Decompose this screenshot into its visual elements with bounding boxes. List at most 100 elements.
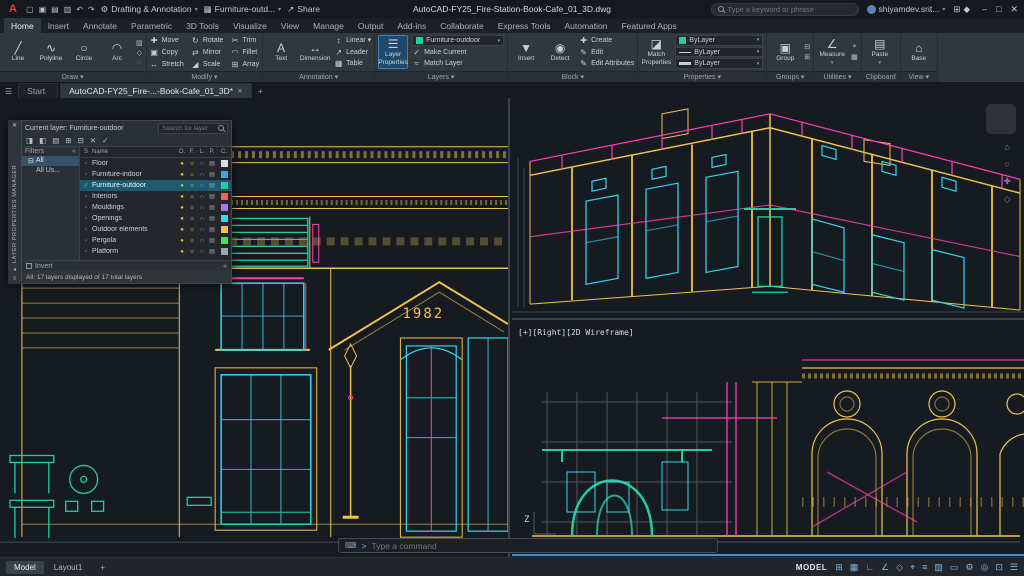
- tab-parametric[interactable]: Parametric: [124, 18, 179, 33]
- detect-button[interactable]: ◉ Detect: [545, 35, 575, 69]
- selection-cycling-icon[interactable]: ▭: [950, 562, 959, 573]
- match-properties-button[interactable]: ◪ Match Properties: [641, 35, 671, 69]
- tab-automation[interactable]: Automation: [557, 18, 614, 33]
- tab-visualize[interactable]: Visualize: [226, 18, 274, 33]
- panel-label-view[interactable]: View ▾: [901, 71, 937, 82]
- linetype-dropdown[interactable]: ByLayer ▾: [675, 47, 763, 58]
- insert-block-button[interactable]: ▼ Insert: [511, 35, 541, 69]
- polygon-icon[interactable]: ◇: [136, 49, 143, 57]
- layer-color-chip[interactable]: [221, 204, 228, 211]
- layer-row[interactable]: ▫ Interiors ● ☼ ∩ ▤: [80, 191, 231, 202]
- viewport-top-right-3d[interactable]: ⌂○✚◇: [512, 98, 1024, 320]
- panel-label-layers[interactable]: Layers ▾: [375, 71, 507, 82]
- layer-plot-icon[interactable]: ▤: [207, 237, 217, 244]
- collapse-icon[interactable]: «: [223, 263, 227, 270]
- layer-plot-icon[interactable]: ▤: [207, 248, 217, 255]
- layer-plot-icon[interactable]: ▤: [207, 193, 217, 200]
- base-view-button[interactable]: ⌂ Base: [904, 35, 934, 69]
- layer-on-icon[interactable]: ●: [177, 172, 187, 178]
- layer-color-chip[interactable]: [221, 226, 228, 233]
- model-tab[interactable]: Model: [6, 561, 44, 574]
- layer-row[interactable]: ▫ Floor ● ☼ ∩ ▤: [80, 158, 231, 169]
- autocad-logo[interactable]: A: [6, 3, 20, 15]
- layer-on-icon[interactable]: ●: [177, 194, 187, 200]
- layer-row[interactable]: ✓ Furniture-outdoor ● ☼ ∩ ▤: [80, 180, 231, 191]
- arc-button[interactable]: ◠ Arc: [102, 35, 132, 69]
- layer-on-icon[interactable]: ●: [177, 205, 187, 211]
- app-store-icon[interactable]: ⊞: [953, 4, 960, 15]
- filter-all-used[interactable]: All Us...: [22, 166, 79, 175]
- copy-button[interactable]: ▣ Copy: [150, 47, 184, 58]
- group-edit-icon[interactable]: ⊞: [804, 53, 810, 61]
- match-layer-button[interactable]: ≈ Match Layer: [412, 59, 504, 69]
- layer-color-chip[interactable]: [221, 160, 228, 167]
- panel-label-block[interactable]: Block ▾: [508, 71, 637, 82]
- layer-lock-icon[interactable]: ∩: [197, 194, 207, 200]
- new-layout-button[interactable]: +: [92, 561, 113, 574]
- filter-all[interactable]: ⊟ All: [22, 156, 79, 166]
- layer-on-icon[interactable]: ●: [177, 161, 187, 167]
- layer-color-chip[interactable]: [221, 248, 228, 255]
- isodraft-icon[interactable]: ◇: [896, 562, 903, 573]
- color-dropdown[interactable]: ByLayer ▾: [675, 35, 763, 46]
- panel-label-utilities[interactable]: Utilities ▾: [814, 71, 861, 82]
- edit-attributes-button[interactable]: ✎ Edit Attributes: [579, 58, 634, 69]
- file-tab-start[interactable]: Start: [18, 83, 58, 98]
- group-button[interactable]: ▣ Group: [770, 35, 800, 69]
- layer-row[interactable]: ▫ Furniture-indoor ● ☼ ∩ ▤: [80, 169, 231, 180]
- quick-layer-dropdown[interactable]: ▦ Furniture-outd... ▾: [204, 4, 282, 15]
- layer-freeze-icon[interactable]: ☼: [187, 205, 197, 211]
- command-customize-icon[interactable]: ⌨: [345, 541, 357, 550]
- fillet-button[interactable]: ◠ Fillet: [230, 47, 259, 58]
- layer-lock-icon[interactable]: ∩: [197, 216, 207, 222]
- panel-label-properties[interactable]: Properties ▾: [638, 71, 766, 82]
- layer-lock-icon[interactable]: ∩: [197, 249, 207, 255]
- layer-row[interactable]: ▫ Mouldings ● ☼ ∩ ▤: [80, 202, 231, 213]
- layer-plot-icon[interactable]: ▤: [207, 182, 217, 189]
- tab-home[interactable]: Home: [4, 18, 41, 33]
- layer-dropdown[interactable]: Furniture-outdoor ▾: [412, 35, 504, 46]
- rotate-button[interactable]: ↻ Rotate: [191, 35, 224, 46]
- text-button[interactable]: A Text: [266, 35, 296, 69]
- tab-featured-apps[interactable]: Featured Apps: [614, 18, 683, 33]
- tab-express-tools[interactable]: Express Tools: [491, 18, 558, 33]
- mirror-button[interactable]: ⇄ Mirror: [191, 47, 224, 58]
- ellipse-icon[interactable]: ◌: [136, 59, 143, 66]
- workspace-switcher[interactable]: ⚙ Drafting & Annotation ▾: [101, 4, 198, 15]
- layer-on-icon[interactable]: ●: [177, 227, 187, 233]
- save-icon[interactable]: ▤: [51, 5, 59, 14]
- global-search[interactable]: [711, 3, 859, 16]
- zoom-icon[interactable]: ◇: [1003, 194, 1011, 205]
- grid-icon[interactable]: ⊞: [835, 562, 843, 573]
- layer-properties-button[interactable]: ☰ Layer Properties: [378, 35, 408, 69]
- hatch-icon[interactable]: ▨: [136, 39, 143, 47]
- layer-freeze-icon[interactable]: ☼: [187, 183, 197, 189]
- close-palette-icon[interactable]: ✕: [12, 122, 17, 129]
- share-button[interactable]: ↗ Share: [287, 4, 320, 15]
- line-button[interactable]: ╱ Line: [3, 35, 33, 69]
- account-menu[interactable]: shiyamdev.srit... ▾: [867, 4, 946, 14]
- layer-color-chip[interactable]: [221, 182, 228, 189]
- linear-button[interactable]: ↕ Linear ▾: [334, 35, 371, 46]
- layer-lock-icon[interactable]: ∩: [197, 161, 207, 167]
- layer-on-icon[interactable]: ●: [177, 238, 187, 244]
- layer-row[interactable]: ▫ Openings ● ☼ ∩ ▤: [80, 213, 231, 224]
- dimension-button[interactable]: ↔ Dimension: [300, 35, 330, 69]
- paste-button[interactable]: ▤ Paste ▾: [865, 35, 895, 69]
- stretch-button[interactable]: ↔ Stretch: [150, 59, 184, 70]
- make-current-button[interactable]: ✓ Make Current: [412, 47, 504, 57]
- transparency-icon[interactable]: ▨: [934, 562, 943, 573]
- new-property-filter-icon[interactable]: ◨: [26, 136, 33, 145]
- layer-states-icon[interactable]: ▤: [52, 136, 59, 145]
- layer-plot-icon[interactable]: ▤: [207, 171, 217, 178]
- close-button[interactable]: ✕: [1010, 4, 1018, 15]
- orbit-icon[interactable]: ○: [1003, 159, 1011, 169]
- layer-on-icon[interactable]: ●: [177, 183, 187, 189]
- open-file-icon[interactable]: ▣: [39, 5, 47, 14]
- viewcube[interactable]: [986, 104, 1016, 134]
- panel-label-groups[interactable]: Groups ▾: [767, 71, 813, 82]
- quick-calc-icon[interactable]: ▦: [851, 53, 858, 61]
- layer-on-icon[interactable]: ●: [177, 216, 187, 222]
- ungroup-icon[interactable]: ⊟: [804, 43, 810, 51]
- layer-plot-icon[interactable]: ▤: [207, 204, 217, 211]
